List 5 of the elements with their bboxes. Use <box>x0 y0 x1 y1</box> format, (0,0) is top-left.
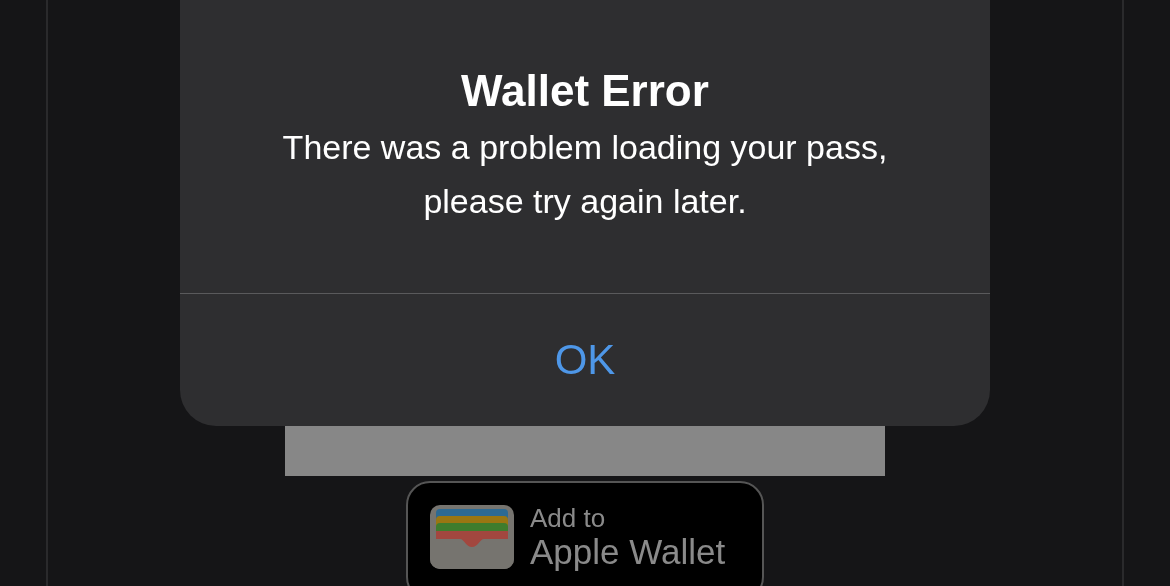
add-to-wallet-button[interactable]: Add to Apple Wallet <box>406 481 764 586</box>
alert-title: Wallet Error <box>461 65 709 117</box>
wallet-icon <box>430 505 514 569</box>
ok-button[interactable]: OK <box>180 294 990 426</box>
alert-message: There was a problem loading your pass, please try again later. <box>281 127 889 222</box>
